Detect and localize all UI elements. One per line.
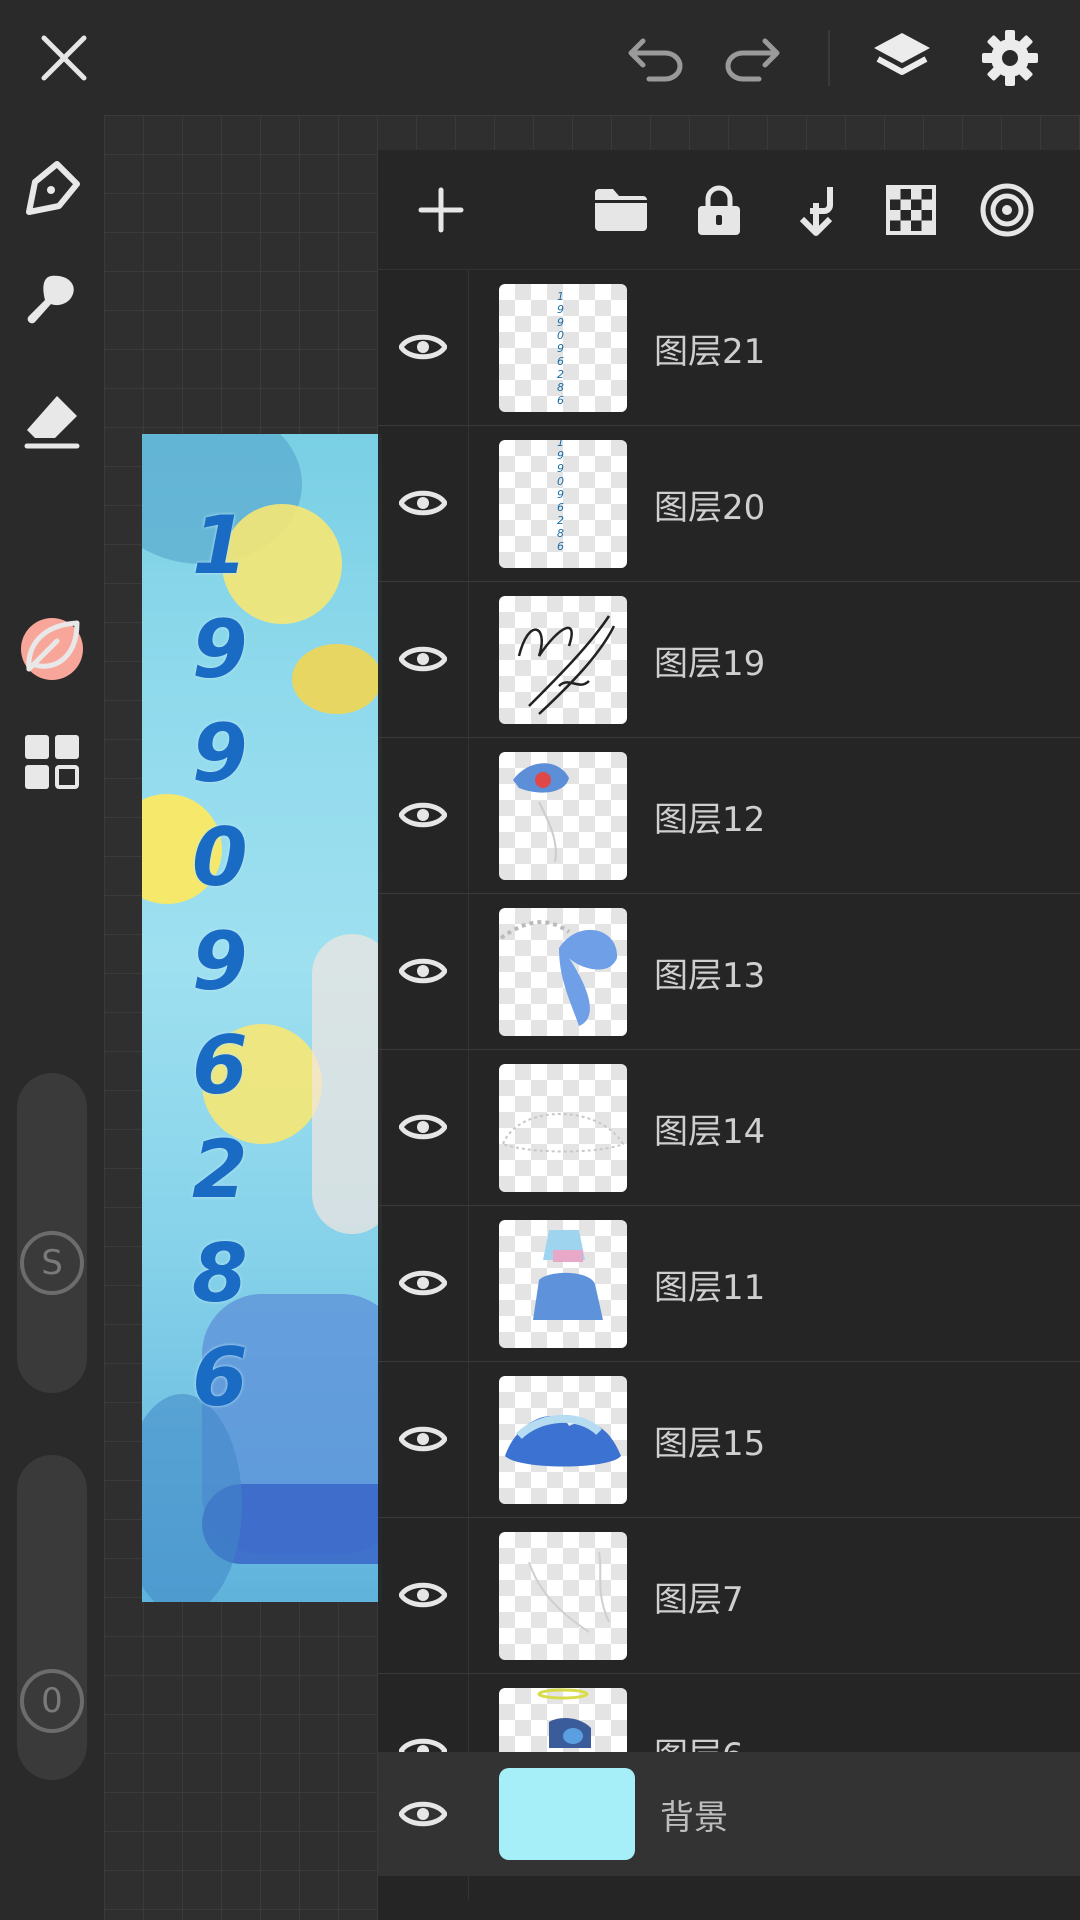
opacity-knob-label: 0 xyxy=(41,1681,63,1721)
checker-icon[interactable] xyxy=(878,177,944,243)
close-icon[interactable] xyxy=(28,22,100,94)
leaf-icon[interactable] xyxy=(18,612,86,680)
layer-row[interactable]: 图层13 xyxy=(378,894,1080,1050)
layer-name: 图层11 xyxy=(654,1268,766,1308)
layer-thumbnail xyxy=(499,1064,627,1192)
artwork-canvas[interactable]: 1 9 9 0 9 6 2 8 6 xyxy=(142,434,382,1602)
layer-row[interactable]: 图层11 xyxy=(378,1206,1080,1362)
layer-name: 图层21 xyxy=(654,332,766,372)
artwork-digit: 9 xyxy=(192,915,248,1008)
layer-row[interactable]: 199096286 图层20 xyxy=(378,426,1080,582)
artwork-digit: 6 xyxy=(192,1019,248,1112)
artwork-digit: 9 xyxy=(192,707,248,800)
app-root: S 0 1 9 9 0 9 6 2 8 6 1 9 9 0 9 6 2 8 6 … xyxy=(0,0,1080,1920)
layer-name: 图层13 xyxy=(654,956,766,996)
background-layer-name: 背景 xyxy=(660,1798,728,1838)
artwork-number-column: 1 9 9 0 9 6 2 8 6 xyxy=(192,494,282,1430)
layer-row[interactable]: 图层19 xyxy=(378,582,1080,738)
layer-name: 图层12 xyxy=(654,800,766,840)
artwork-digit: 0 xyxy=(192,811,248,904)
grid-icon[interactable] xyxy=(18,728,86,796)
layer-thumbnail xyxy=(499,1532,627,1660)
artwork-digit: 6 xyxy=(192,1331,248,1424)
redo-icon[interactable] xyxy=(716,22,788,94)
opacity-knob[interactable]: 0 xyxy=(20,1669,84,1733)
lock-icon[interactable] xyxy=(686,177,752,243)
target-icon[interactable] xyxy=(974,177,1040,243)
topbar-separator xyxy=(828,30,830,86)
background-color-swatch[interactable] xyxy=(499,1768,635,1860)
eye-icon[interactable] xyxy=(398,1258,448,1308)
layer-name: 图层14 xyxy=(654,1112,766,1152)
layer-thumbnail: 199096286 xyxy=(499,440,627,568)
artwork-digit: 2 xyxy=(192,1123,248,1216)
merge-down-icon[interactable] xyxy=(782,177,848,243)
layer-name: 图层7 xyxy=(654,1580,744,1620)
layer-thumbnail xyxy=(499,1376,627,1504)
layer-name: 图层15 xyxy=(654,1424,766,1464)
gear-icon[interactable] xyxy=(974,22,1046,94)
background-layer-row[interactable]: 背景 xyxy=(378,1752,1080,1876)
artwork-digit: 9 xyxy=(192,603,248,696)
eye-icon[interactable] xyxy=(398,790,448,840)
eye-icon[interactable] xyxy=(398,1102,448,1152)
layer-thumbnail xyxy=(499,1220,627,1348)
layer-thumbnail xyxy=(499,596,627,724)
brush-size-knob[interactable]: S xyxy=(20,1231,84,1295)
layer-row[interactable]: 图层15 xyxy=(378,1362,1080,1518)
folder-icon[interactable] xyxy=(588,177,654,243)
layer-name: 图层20 xyxy=(654,488,766,528)
opacity-slider[interactable]: 0 xyxy=(17,1455,87,1780)
layers-icon[interactable] xyxy=(866,22,938,94)
undo-icon[interactable] xyxy=(620,22,692,94)
layers-toolbar xyxy=(378,150,1080,270)
eye-icon[interactable] xyxy=(398,478,448,528)
layer-name: 图层19 xyxy=(654,644,766,684)
layer-row[interactable]: 199096286 图层21 xyxy=(378,270,1080,426)
eye-icon[interactable] xyxy=(398,1414,448,1464)
layer-row[interactable]: 图层7 xyxy=(378,1518,1080,1674)
artwork-digit: 8 xyxy=(192,1227,248,1320)
eye-icon[interactable] xyxy=(398,946,448,996)
layer-row[interactable]: 图层14 xyxy=(378,1050,1080,1206)
layer-row[interactable]: 图层12 xyxy=(378,738,1080,894)
eye-icon[interactable] xyxy=(398,1789,448,1839)
top-bar xyxy=(0,0,1080,115)
layer-thumbnail: 199096286 xyxy=(499,284,627,412)
eye-icon[interactable] xyxy=(398,634,448,684)
layer-thumbnail xyxy=(499,908,627,1036)
eraser-icon[interactable] xyxy=(18,387,86,455)
eye-icon[interactable] xyxy=(398,322,448,372)
layers-panel: 199096286 图层21 199096286 图层20 图层19 图层12 xyxy=(378,150,1080,1920)
pen-icon[interactable] xyxy=(18,155,86,223)
layer-thumbnail xyxy=(499,752,627,880)
artwork-digit: 1 xyxy=(192,499,248,592)
brush-size-knob-label: S xyxy=(41,1243,63,1283)
brush-icon[interactable] xyxy=(18,265,86,333)
eye-icon[interactable] xyxy=(398,1570,448,1620)
add-icon[interactable] xyxy=(408,177,474,243)
brush-size-slider[interactable]: S xyxy=(17,1073,87,1393)
